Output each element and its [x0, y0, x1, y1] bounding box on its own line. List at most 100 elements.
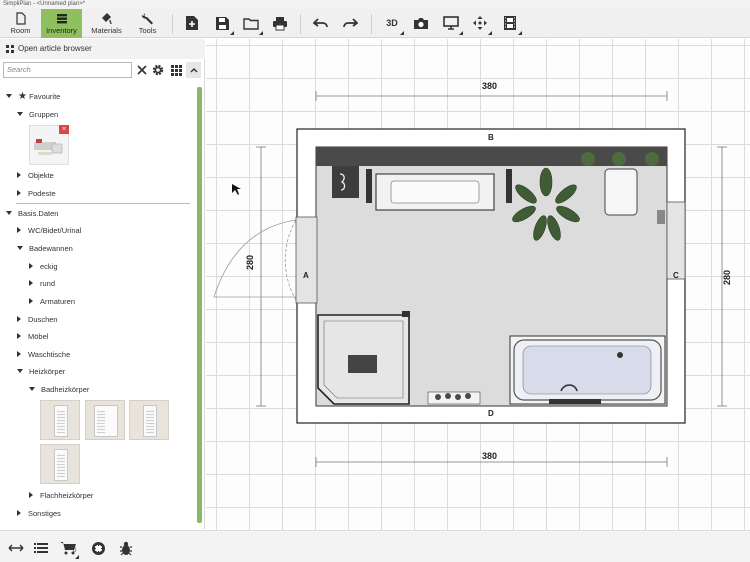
settings-button[interactable]	[150, 62, 166, 78]
tree-label: Gruppen	[29, 110, 59, 119]
radiator-image	[54, 405, 68, 437]
tree-item-favourite[interactable]: ★ Favourite	[6, 91, 60, 103]
undo-icon	[313, 18, 328, 28]
tree-item-sonstiges[interactable]: Sonstiges	[17, 508, 61, 520]
cart-button[interactable]: 0	[58, 538, 79, 559]
save-button[interactable]	[210, 11, 234, 35]
new-file-button[interactable]	[180, 11, 204, 35]
tab-tools-label: Tools	[138, 26, 157, 35]
tree-item-armaturen[interactable]: Armaturen	[29, 296, 75, 308]
bug-report-button[interactable]	[116, 538, 136, 558]
main-toolbar: Room Inventory Materials Tools 3D	[0, 9, 750, 38]
article-thumbnail[interactable]	[40, 444, 80, 484]
article-thumbnail[interactable]	[129, 400, 169, 440]
tab-materials[interactable]: Materials	[86, 9, 127, 38]
tree-label: eckig	[40, 262, 58, 271]
inventory-sidebar: Open article browser Search ★ Favourite …	[0, 39, 205, 529]
article-thumbnail[interactable]	[85, 400, 125, 440]
tree-item-basis-daten[interactable]: Basis.Daten	[6, 208, 58, 220]
clear-search-button[interactable]	[134, 62, 150, 78]
collapse-panel-button[interactable]	[186, 62, 201, 78]
chevron-up-icon	[190, 68, 197, 73]
floor-plan-canvas[interactable]: 380 380 280 280 A B C D	[206, 39, 750, 530]
tree-item-rund[interactable]: rund	[29, 278, 55, 290]
tree-item-badheizkoerper[interactable]: Badheizkörper	[29, 384, 89, 396]
tree-item-flachheizkoerper[interactable]: Flachheizkörper	[29, 490, 93, 502]
redo-button[interactable]	[338, 11, 362, 35]
move-icon	[473, 16, 487, 30]
radiator-image	[143, 405, 157, 437]
gear-icon	[152, 64, 164, 76]
wall-label-b[interactable]: B	[488, 133, 494, 142]
article-thumbnail[interactable]	[40, 400, 80, 440]
video-button[interactable]	[498, 11, 522, 35]
bottom-toolbar: 0	[0, 530, 750, 562]
tree-item-eckig[interactable]: eckig	[29, 261, 58, 273]
save-icon	[215, 16, 229, 30]
floor-plan-drawing	[213, 91, 727, 467]
open-article-browser-label: Open article browser	[18, 44, 92, 53]
tree-item-heizkoerper[interactable]: Heizkörper	[17, 366, 65, 378]
tree-item-gruppen[interactable]: Gruppen	[17, 109, 58, 121]
tree-label: Badheizkörper	[41, 385, 90, 394]
grid-view-icon	[170, 64, 182, 76]
dimension-right: 280	[722, 269, 732, 285]
favourite-group-thumbnail[interactable]: ×	[29, 125, 69, 165]
toolbar-divider	[371, 14, 372, 34]
tab-room[interactable]: Room	[0, 9, 41, 38]
tree-label: rund	[40, 279, 56, 288]
list-icon	[34, 543, 48, 553]
tree-item-waschtische[interactable]: Waschtische	[17, 349, 70, 361]
measure-button[interactable]	[6, 538, 26, 558]
tree-label: Favourite	[29, 92, 61, 101]
tab-materials-label: Materials	[91, 26, 122, 35]
redo-icon	[343, 18, 358, 28]
radiator-image	[54, 449, 68, 481]
radiator-image	[94, 405, 118, 437]
tree-item-wc[interactable]: WC/Bidet/Urinal	[17, 225, 81, 237]
print-icon	[273, 16, 287, 30]
bug-icon	[120, 541, 132, 555]
tree-item-objekte[interactable]: Objekte	[17, 170, 54, 182]
grid-icon	[6, 45, 14, 53]
monitor-icon	[443, 16, 459, 30]
tree-item-moebel[interactable]: Möbel	[17, 331, 48, 343]
tab-room-label: Room	[10, 26, 31, 35]
view-3d-button[interactable]: 3D	[380, 11, 404, 35]
tree-label: Möbel	[28, 332, 49, 341]
dimension-left: 280	[245, 254, 255, 270]
folder-icon	[243, 17, 259, 30]
list-button[interactable]	[31, 538, 51, 558]
film-icon	[504, 16, 516, 30]
open-button[interactable]	[239, 11, 263, 35]
tree-item-badewannen[interactable]: Badewannen	[17, 243, 73, 255]
view-3d-label: 3D	[386, 18, 398, 28]
toolbar-divider	[300, 14, 301, 34]
wall-label-c[interactable]: C	[673, 271, 679, 280]
wall-label-a[interactable]: A	[303, 271, 309, 280]
undo-button[interactable]	[309, 11, 333, 35]
tree-item-duschen[interactable]: Duschen	[17, 314, 58, 326]
print-button[interactable]	[268, 11, 292, 35]
tree-item-podeste[interactable]: Podeste	[17, 188, 56, 200]
open-article-browser-button[interactable]: Open article browser	[0, 39, 205, 59]
remove-favourite-button[interactable]: ×	[59, 125, 69, 134]
tree-label: Badewannen	[29, 244, 73, 253]
grid-view-button[interactable]	[168, 62, 184, 78]
display-button[interactable]	[439, 11, 463, 35]
tab-tools[interactable]: Tools	[127, 9, 168, 38]
measure-arrow-icon	[8, 544, 24, 552]
sidebar-scrollbar[interactable]	[197, 87, 202, 523]
aperture-icon	[91, 541, 105, 555]
search-input[interactable]: Search	[3, 62, 132, 78]
dimension-bottom: 380	[482, 451, 498, 461]
dimension-top: 380	[482, 81, 498, 91]
cart-count: 0	[73, 548, 77, 554]
move-button[interactable]	[468, 11, 492, 35]
tree-label: Flachheizkörper	[40, 491, 94, 500]
tab-inventory[interactable]: Inventory	[41, 9, 82, 38]
wall-label-d[interactable]: D	[488, 409, 494, 418]
screenshot-button[interactable]	[409, 11, 433, 35]
render-button[interactable]	[88, 538, 108, 558]
tree-label: Waschtische	[28, 350, 71, 359]
